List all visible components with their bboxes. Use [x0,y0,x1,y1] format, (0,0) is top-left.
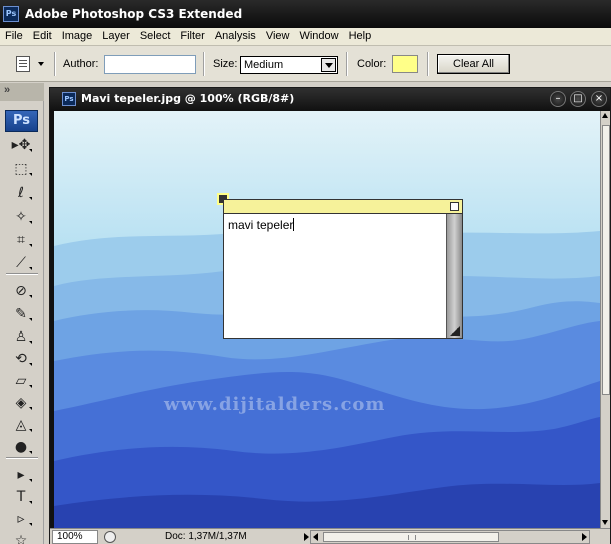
path-selection-tool-icon[interactable]: ▸ [6,465,36,485]
menu-edit[interactable]: Edit [28,28,57,46]
scroll-left-icon[interactable] [313,533,318,541]
note-header[interactable] [224,200,462,214]
lasso-tool-icon[interactable]: ℓ [6,183,36,203]
menu-help[interactable]: Help [344,28,377,46]
note-text-content: mavi tepeler [228,218,294,232]
note-close-icon[interactable] [450,202,459,211]
vertical-scrollbar[interactable] [600,111,610,528]
menu-bar: File Edit Image Layer Select Filter Anal… [0,28,611,46]
divider [427,52,429,76]
status-icon[interactable] [104,531,116,543]
vertical-scroll-thumb[interactable] [602,125,610,395]
divider [203,52,205,76]
author-label: Author: [63,58,99,70]
clear-all-button[interactable]: Clear All [437,54,510,74]
note-popup[interactable]: mavi tepeler [223,199,463,339]
zoom-level-field[interactable]: 100% [52,530,98,544]
close-button[interactable]: × [591,91,607,107]
document-window: Ps Mavi tepeler.jpg @ 100% (RGB/8#) – □ … [49,87,611,544]
chevron-down-icon[interactable] [321,58,336,72]
status-bar: 100% Doc: 1,37M/1,37M [50,528,610,544]
clone-stamp-tool-icon[interactable]: ♙ [6,327,36,347]
menu-analysis[interactable]: Analysis [210,28,261,46]
type-tool-icon[interactable]: T [6,487,36,507]
photoshop-logo-icon: Ps [3,6,19,22]
note-textarea[interactable]: mavi tepeler [228,218,295,232]
size-select-value: Medium [244,59,284,71]
scroll-down-icon[interactable] [602,520,608,525]
text-caret [293,218,295,231]
note-scrollbar[interactable] [446,214,462,338]
image-canvas[interactable]: www.dijitalders.com mavi tepeler [54,111,600,528]
crop-tool-icon[interactable]: ⌗ [6,230,36,250]
photoshop-badge-icon[interactable]: Ps [5,110,38,132]
blur-tool-icon[interactable]: ◬ [6,415,36,435]
menu-layer[interactable]: Layer [97,28,135,46]
title-bar: Ps Adobe Photoshop CS3 Extended [0,0,611,28]
eraser-tool-icon[interactable]: ▱ [6,371,36,391]
watermark-text: www.dijitalders.com [164,394,386,415]
status-menu-arrow-icon[interactable] [304,533,309,541]
marquee-tool-icon[interactable]: ⬚ [6,159,36,179]
author-input[interactable] [104,55,196,74]
menu-image[interactable]: Image [57,28,98,46]
document-title-bar[interactable]: Ps Mavi tepeler.jpg @ 100% (RGB/8#) – □ … [50,88,610,110]
app-title: Adobe Photoshop CS3 Extended [25,7,243,21]
chevron-down-icon [38,62,44,66]
toolbox: Ps ▸✥ ⬚ ℓ ✧ ⌗ ⟋ ⊘ ✎ ♙⟲▱◈◬● ▸T▹ ☆ [0,83,44,544]
toolbox-divider [6,457,38,459]
tool-preset-picker[interactable] [8,53,48,75]
healing-brush-tool-icon[interactable]: ⊘ [6,281,36,301]
horizontal-scroll-thumb[interactable] [323,532,499,542]
notes-icon [16,56,30,72]
menu-select[interactable]: Select [135,28,176,46]
pen-tool-icon[interactable]: ▹ [6,509,36,529]
move-tool-icon[interactable]: ▸✥ [6,135,36,155]
color-label: Color: [357,58,387,70]
brush-tool-icon[interactable]: ✎ [6,304,36,324]
size-label: Size: [213,58,238,70]
magic-wand-tool-icon[interactable]: ✧ [6,207,36,227]
size-select[interactable]: Medium [240,56,338,74]
menu-file[interactable]: File [0,28,28,46]
history-brush-tool-icon[interactable]: ⟲ [6,349,36,369]
document-title: Mavi tepeler.jpg @ 100% (RGB/8#) [81,92,295,105]
photoshop-app: Ps Adobe Photoshop CS3 Extended File Edi… [0,0,611,544]
scroll-up-icon[interactable] [602,113,608,118]
scroll-right-icon[interactable] [582,533,587,541]
divider [54,52,56,76]
menu-window[interactable]: Window [294,28,343,46]
maximize-button[interactable]: □ [570,91,586,107]
toolbox-divider [6,273,38,275]
note-color-swatch[interactable] [392,55,418,73]
toolbox-grip[interactable] [0,83,44,101]
paint-bucket-tool-icon[interactable]: ◈ [6,393,36,413]
note-resize-handle-icon[interactable] [450,326,460,336]
divider [346,52,348,76]
shape-tool-icon[interactable]: ☆ [6,531,36,544]
eyedropper-tool-icon[interactable]: ⟋ [6,253,36,273]
dodge-tool-icon[interactable]: ● [6,437,36,457]
minimize-button[interactable]: – [550,91,566,107]
menu-filter[interactable]: Filter [175,28,209,46]
document-size-info: Doc: 1,37M/1,37M [165,531,247,542]
menu-view[interactable]: View [261,28,295,46]
document-icon: Ps [62,92,76,106]
horizontal-scrollbar[interactable] [310,530,590,544]
